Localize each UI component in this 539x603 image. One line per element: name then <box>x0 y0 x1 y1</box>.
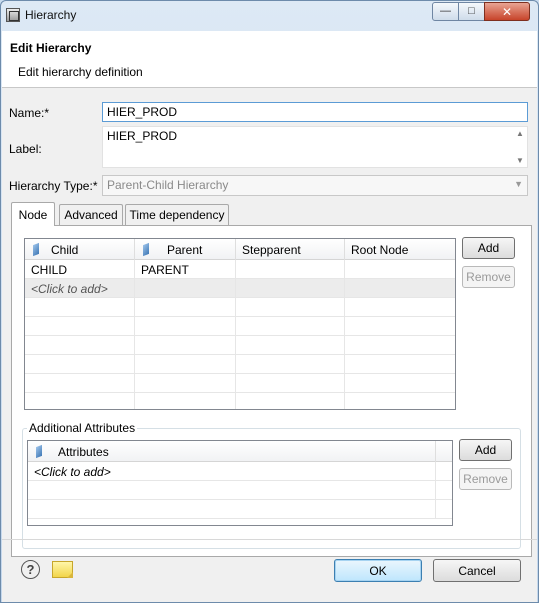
tab-node[interactable]: Node <box>11 202 55 226</box>
add-row[interactable]: <Click to add> <box>25 279 455 298</box>
window-title: Hierarchy <box>25 8 77 22</box>
empty-row <box>28 500 452 519</box>
label-textarea[interactable]: HIER_PROD ▲ ▼ <box>102 126 528 168</box>
col-parent-header[interactable]: Parent <box>135 239 236 260</box>
maximize-button[interactable]: □ <box>458 2 485 21</box>
footer-separator <box>2 539 537 540</box>
click-to-add[interactable]: <Click to add> <box>25 279 135 298</box>
ok-button[interactable]: OK <box>334 559 422 582</box>
hierarchy-type-label: Hierarchy Type:* <box>9 179 98 193</box>
dialog-title: Edit Hierarchy <box>10 41 92 55</box>
close-button[interactable]: ✕ <box>484 2 530 21</box>
col-root-node-header[interactable]: Root Node <box>345 239 455 260</box>
title-bar[interactable]: Hierarchy — □ ✕ <box>1 1 538 29</box>
cell-child[interactable]: CHILD <box>25 260 135 279</box>
header-filler <box>436 441 452 462</box>
table-row[interactable]: CHILD PARENT <box>25 260 455 279</box>
empty-row <box>25 336 455 355</box>
click-to-add[interactable]: <Click to add> <box>28 462 436 481</box>
col-stepparent-header[interactable]: Stepparent <box>236 239 345 260</box>
node-table-header: Child Parent Stepparent Root Node <box>25 239 455 260</box>
empty-row <box>25 355 455 374</box>
scroll-up-icon[interactable]: ▲ <box>516 129 524 138</box>
attributes-add-row[interactable]: <Click to add> <box>28 462 452 481</box>
empty-row <box>28 481 452 500</box>
help-icon[interactable]: ? <box>21 560 40 579</box>
remove-node-button[interactable]: Remove <box>462 266 515 288</box>
hierarchy-type-select[interactable]: Parent-Child Hierarchy ▼ <box>102 175 528 196</box>
attributes-table: Attributes <Click to add> <box>27 440 453 526</box>
empty-cell <box>345 279 455 298</box>
label-scrollbar[interactable]: ▲ ▼ <box>513 127 527 167</box>
cell-parent[interactable]: PARENT <box>135 260 236 279</box>
add-attribute-button[interactable]: Add <box>459 439 512 461</box>
chevron-down-icon: ▼ <box>514 179 523 189</box>
additional-attributes-group: Additional Attributes Attributes <Click … <box>22 421 521 549</box>
cell-stepparent[interactable] <box>236 260 345 279</box>
empty-row <box>25 374 455 393</box>
minimize-button[interactable]: — <box>432 2 459 21</box>
hierarchy-type-value: Parent-Child Hierarchy <box>107 178 229 192</box>
empty-cell <box>135 279 236 298</box>
cancel-button[interactable]: Cancel <box>433 559 521 582</box>
remove-attribute-button[interactable]: Remove <box>459 468 512 490</box>
hierarchy-dialog-window: Hierarchy — □ ✕ Edit Hierarchy Edit hier… <box>0 0 539 603</box>
dialog-header: Edit Hierarchy Edit hierarchy definition <box>2 31 537 88</box>
empty-row <box>25 298 455 317</box>
col-attributes-header[interactable]: Attributes <box>28 441 436 462</box>
add-node-button[interactable]: Add <box>462 237 515 259</box>
dialog-subtitle: Edit hierarchy definition <box>18 65 143 79</box>
tab-time-dependency[interactable]: Time dependency <box>125 204 229 225</box>
additional-attributes-title: Additional Attributes <box>27 421 138 435</box>
node-tab-panel: Child Parent Stepparent Root Node CHILD … <box>11 225 532 557</box>
dialog-client-area: Edit Hierarchy Edit hierarchy definition… <box>2 31 537 602</box>
key-icon <box>143 242 149 257</box>
note-icon[interactable] <box>52 561 73 578</box>
label-label: Label: <box>9 142 42 156</box>
tab-advanced[interactable]: Advanced <box>59 204 123 225</box>
label-text: HIER_PROD <box>107 129 178 143</box>
empty-row <box>25 317 455 336</box>
attributes-table-header: Attributes <box>28 441 452 462</box>
empty-row <box>25 393 455 409</box>
key-icon <box>33 242 39 257</box>
app-icon <box>6 8 20 22</box>
key-icon <box>36 444 42 459</box>
col-child-header[interactable]: Child <box>25 239 135 260</box>
node-table: Child Parent Stepparent Root Node CHILD … <box>24 238 456 410</box>
scroll-down-icon[interactable]: ▼ <box>516 156 524 165</box>
cell-root-node[interactable] <box>345 260 455 279</box>
name-label: Name:* <box>9 106 50 120</box>
name-input[interactable]: HIER_PROD <box>102 102 528 122</box>
empty-cell <box>236 279 345 298</box>
